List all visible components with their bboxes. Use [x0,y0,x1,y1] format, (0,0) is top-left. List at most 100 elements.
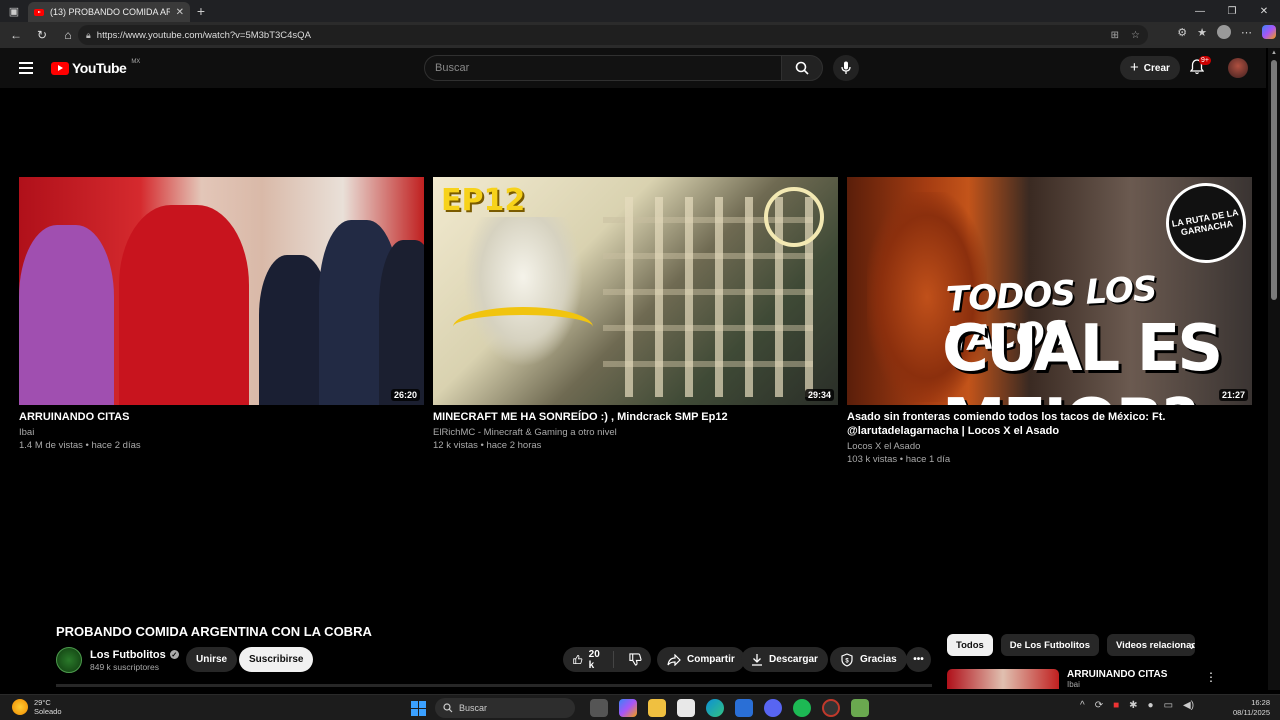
notifications-badge: 9+ [1199,56,1211,65]
minimize-icon[interactable]: — [1184,6,1216,17]
display-icon[interactable]: ▭ [1164,700,1173,711]
favorite-star-icon[interactable]: ☆ [1131,30,1140,41]
video-title[interactable]: Asado sin fronteras comiendo todos los t… [847,410,1252,438]
video-meta: 103 k vistas • hace 1 día [847,454,951,465]
thumb-pickaxe [453,307,593,347]
thumbs-down-icon [629,653,642,666]
voice-search-button[interactable] [833,55,859,81]
video-thumbnail[interactable]: EP12 29:34 [433,177,838,405]
endscreen-video-2[interactable]: EP12 29:34 MINECRAFT ME HA SONREÍDO :) ,… [433,177,838,452]
site-info-icon[interactable]: 🔒︎ [86,30,91,41]
like-count: 20 k [588,648,600,671]
search-input[interactable] [435,62,781,74]
channel-name[interactable]: Los Futbolitos [90,649,166,661]
extensions-icon[interactable]: ⚙ [1177,26,1187,39]
minecraft-icon[interactable] [851,699,869,717]
endscreen-video-3[interactable]: TODOS LOS TACOS CUAL ES MEJOR? LA RUTA D… [847,177,1252,466]
profile-avatar[interactable] [1217,25,1231,39]
system-tray: ^ ⟳ ■ ✱ ● ▭ ◀︎) [1080,700,1194,711]
copilot-icon[interactable] [1262,25,1276,39]
url-field[interactable]: 🔒︎ https://www.youtube.com/watch?v=5M3bT… [78,25,1148,45]
scroll-up-icon[interactable]: ▲ [1271,50,1277,56]
taskbar-search[interactable]: Buscar [435,698,575,718]
search-icon [443,703,453,713]
video-thumbnail[interactable]: TODOS LOS TACOS CUAL ES MEJOR? LA RUTA D… [847,177,1252,405]
menu-icon[interactable] [19,62,33,74]
close-tab-icon[interactable]: ✕ [176,7,184,18]
dislike-button[interactable] [620,653,651,666]
edge-icon[interactable] [706,699,724,717]
more-actions-button[interactable]: ••• [906,647,931,672]
close-window-icon[interactable]: ✕ [1248,6,1280,17]
mail-icon[interactable] [735,699,753,717]
related-thumbnail[interactable] [947,669,1059,689]
video-channel[interactable]: Ibai [19,426,424,439]
windows-start-icon[interactable] [411,701,426,716]
related-title[interactable]: ARRUINANDO CITAS [1067,669,1167,680]
url-text: https://www.youtube.com/watch?v=5M3bT3C4… [96,29,311,41]
file-explorer-icon[interactable] [648,699,666,717]
search-box [424,55,782,81]
channel-name-row[interactable]: Los Futbolitos ✓ [90,649,179,661]
address-bar-row: ← ↻ ⌂ 🔒︎ https://www.youtube.com/watch?v… [0,22,1280,48]
video-channel[interactable]: Locos X el Asado [847,440,1252,453]
logo-text: YouTube [72,60,127,76]
record-icon[interactable]: ■ [1113,700,1119,711]
more-options-icon[interactable]: ⋯ [1241,26,1252,39]
video-thumbnail[interactable]: 26:20 [19,177,424,405]
download-button[interactable]: Descargar [741,647,828,672]
back-icon[interactable]: ← [4,24,28,46]
mic-tray-icon[interactable]: ● [1148,700,1154,711]
chip-from-channel[interactable]: De Los Futbolitos [1000,634,1100,656]
weather-widget[interactable]: 29°C Soleado [12,698,62,716]
bluetooth-icon[interactable]: ✱ [1129,700,1137,711]
related-more-icon[interactable]: ⋮ [1205,670,1217,684]
thanks-button[interactable]: $ Gracias [830,647,907,672]
youtube-play-icon [51,61,69,75]
discord-icon[interactable] [764,699,782,717]
related-video-item[interactable]: ARRUINANDO CITAS Ibai [947,669,1217,689]
chevron-right-icon[interactable]: › [1190,637,1195,653]
youtube-logo[interactable]: YouTube MX [51,59,140,76]
share-button[interactable]: Compartir [657,647,745,672]
steam-icon[interactable] [822,699,840,717]
search-button[interactable] [781,55,823,81]
favorites-icon[interactable]: ★ [1197,26,1207,39]
video-title[interactable]: ARRUINANDO CITAS [19,410,424,424]
temperature: 29°C [34,698,51,707]
home-icon[interactable]: ⌂ [56,24,80,46]
task-view-icon[interactable] [590,699,608,717]
scrollbar-thumb[interactable] [1271,60,1277,300]
chip-related[interactable]: Videos relacionados [1107,634,1196,656]
join-button[interactable]: Unirse [186,647,238,672]
create-button[interactable]: + Crear [1120,56,1180,80]
new-tab-icon[interactable]: + [190,3,212,19]
video-channel[interactable]: ElRichMC - Minecraft & Gaming a otro niv… [433,426,838,439]
notifications-button[interactable]: 9+ [1189,56,1211,77]
subscribe-button[interactable]: Suscribirse [239,647,314,672]
spotify-icon[interactable] [793,699,811,717]
tab-actions-icon[interactable]: ▣ [0,0,28,22]
thanks-label: Gracias [860,654,897,665]
video-title[interactable]: MINECRAFT ME HA SONREÍDO :) , Mindcrack … [433,410,838,424]
chip-all[interactable]: Todos [947,634,993,656]
restore-icon[interactable]: ❐ [1216,6,1248,17]
show-hidden-icons-icon[interactable]: ^ [1080,700,1085,711]
volume-icon[interactable]: ◀︎) [1183,700,1194,711]
taskbar-clock[interactable]: 16:28 08/11/2025 [1233,698,1270,718]
copilot-app-icon[interactable] [619,699,637,717]
thumb-person [379,240,424,405]
page-scrollbar[interactable]: ▲ [1268,48,1280,690]
sunny-icon [12,699,28,715]
channel-avatar[interactable] [56,647,82,673]
user-avatar[interactable] [1228,58,1248,78]
refresh-icon[interactable]: ↻ [30,24,54,46]
video-duration: 26:20 [390,389,420,401]
store-icon[interactable] [677,699,695,717]
browser-tab[interactable]: (13) PROBANDO COMIDA ARGEN ✕ [28,2,190,22]
endscreen-video-1[interactable]: 26:20 ARRUINANDO CITAS Ibai 1.4 M de vis… [19,177,424,452]
sync-icon[interactable]: ⟳ [1095,700,1103,711]
clock-date: 08/11/2025 [1233,708,1270,717]
app-available-icon[interactable]: ⊞ [1111,30,1119,41]
like-button[interactable]: 20 k [563,648,615,671]
